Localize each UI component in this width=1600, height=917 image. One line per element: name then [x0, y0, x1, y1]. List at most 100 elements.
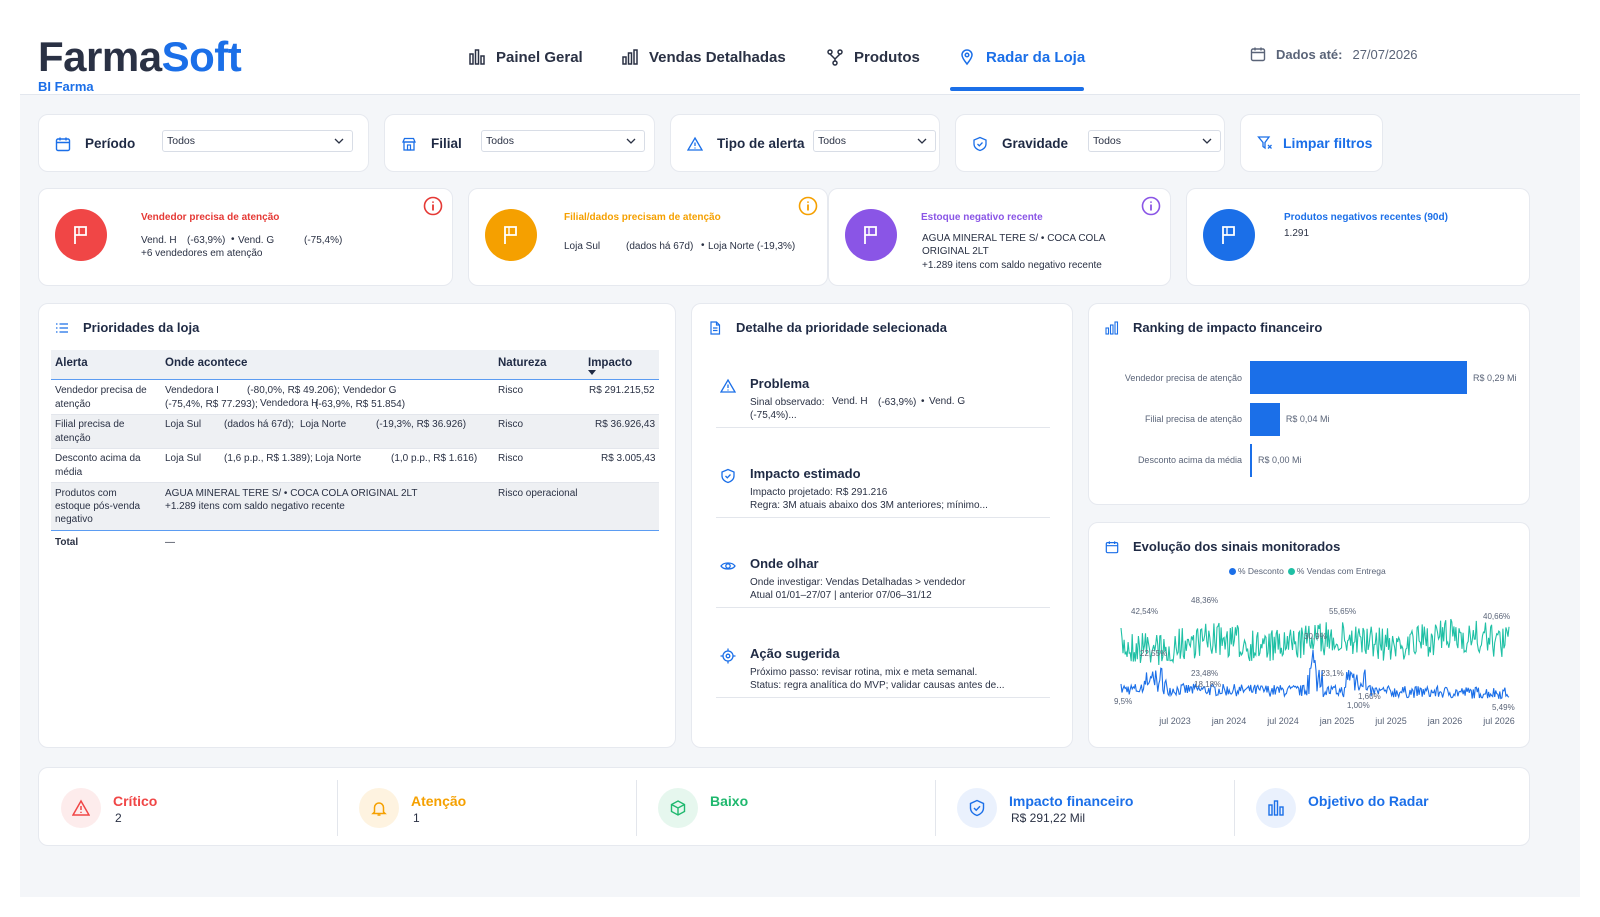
data-annotation: 22,55%	[1140, 649, 1167, 658]
row1-onde-2b: Vendedora H	[260, 398, 319, 409]
bullet-separator: •	[231, 234, 235, 245]
alert-filial-l1c: Loja Norte (-19,3%)	[708, 241, 796, 252]
row1-onde-1a: Vendedora I	[165, 385, 219, 396]
brand-logo[interactable]: FarmaSoft BI Farma	[38, 36, 242, 95]
priorities-title: Prioridades da loja	[83, 320, 200, 335]
clear-filters-button[interactable]: Limpar filtros	[1240, 114, 1383, 172]
summary-atencao[interactable]: Atenção 1	[337, 768, 636, 846]
table-row[interactable]: Filial precisa de atenção Loja Sul (dado…	[51, 415, 659, 449]
summary-objetivo[interactable]: Objetivo do Radar	[1234, 768, 1531, 846]
filter-clear-icon	[1257, 136, 1272, 150]
document-icon	[710, 321, 721, 335]
shield-icon	[973, 136, 987, 152]
alert-filial-title: Filial/dados precisam de atenção	[564, 212, 721, 223]
tab-painel-geral-label: Painel Geral	[496, 48, 583, 66]
detail-panel: Detalhe da prioridade selecionada Proble…	[691, 303, 1073, 748]
row3-alerta-l2: média	[55, 467, 83, 478]
rank-bar-1[interactable]	[1250, 361, 1467, 394]
rank-value-1: R$ 0,29 Mi	[1473, 373, 1517, 383]
alert-vendedor-l1b: (-63,9%)	[187, 235, 226, 246]
tab-painel-geral[interactable]: Painel Geral	[468, 44, 583, 70]
row2-onde-1d: (-19,3%, R$ 36.926)	[376, 419, 467, 430]
summary-atencao-badge	[359, 788, 399, 828]
alert-card-estoque[interactable]: Estoque negativo recente AGUA MINERAL TE…	[828, 188, 1171, 286]
evolution-panel: Evolução dos sinais monitorados % Descon…	[1088, 522, 1530, 748]
tab-produtos[interactable]: Produtos	[826, 44, 920, 70]
summary-critico[interactable]: Crítico 2	[39, 768, 337, 846]
tab-radar-da-loja[interactable]: Radar da Loja	[958, 44, 1085, 70]
summary-critico-badge	[61, 788, 101, 828]
x-tick-label: jul 2023	[1158, 716, 1191, 726]
col-alerta[interactable]: Alerta	[55, 357, 88, 369]
data-annotation: 23,48%	[1191, 669, 1218, 678]
col-impacto[interactable]: Impacto	[588, 357, 632, 369]
x-tick-label: jan 2026	[1427, 716, 1463, 726]
info-icon[interactable]	[1141, 196, 1161, 216]
periodo-select[interactable]: Todos	[162, 130, 353, 152]
rank-bar-3[interactable]	[1250, 444, 1252, 477]
chart-legend: % Desconto % Vendas com Entrega	[1229, 566, 1386, 576]
row4-natureza: Risco operacional	[498, 488, 578, 499]
evolution-line-chart[interactable]: 42,54% 48,36% 55,65% 40,66% 22,55% 30,9% 23,48…	[1089, 583, 1529, 743]
filter-filial-label: Filial	[431, 136, 462, 151]
alert-card-filial[interactable]: Filial/dados precisam de atenção Loja Su…	[468, 188, 828, 286]
row1-natureza: Risco	[498, 385, 524, 396]
detail-impacto[interactable]: Impacto estimado Impacto projetado: R$ 2…	[716, 466, 1050, 518]
col-onde[interactable]: Onde acontece	[165, 357, 247, 369]
detail-onde[interactable]: Onde olhar Onde investigar: Vendas Detal…	[716, 556, 1050, 608]
alert-card-vendedor[interactable]: Vendedor precisa de atenção Vend. H (-63…	[38, 188, 453, 286]
filter-tipo-alerta-label: Tipo de alerta	[717, 136, 805, 151]
filter-gravidade-label: Gravidade	[1002, 136, 1069, 151]
branch-icon	[827, 49, 843, 66]
total-value: —	[165, 537, 175, 548]
data-freshness: Dados até: 27/07/2026	[1250, 46, 1418, 62]
alert-vendedor-l1c: Vend. G	[238, 235, 275, 246]
summary-baixo[interactable]: Baixo	[636, 768, 935, 846]
alert-card-produtos[interactable]: Produtos negativos recentes (90d) 1.291	[1186, 188, 1530, 286]
table-row[interactable]: Produtos com estoque pós-venda negativo …	[51, 483, 659, 531]
summary-impacto[interactable]: Impacto financeiro R$ 291,22 Mil	[935, 768, 1234, 846]
row1-alerta-l2: atenção	[55, 399, 91, 410]
summary-atencao-title: Atenção	[411, 793, 467, 809]
data-annotation: 42,54%	[1131, 607, 1158, 616]
chevron-down-icon	[917, 138, 927, 144]
detail-problema-title: Problema	[750, 376, 810, 391]
col-natureza[interactable]: Natureza	[498, 357, 547, 369]
legend-item-entrega[interactable]: % Vendas com Entrega	[1287, 566, 1386, 576]
detail-acao[interactable]: Ação sugerida Próximo passo: revisar rot…	[716, 646, 1050, 698]
periodo-select-value: Todos	[167, 135, 196, 147]
row3-onde-1c: Loja Norte	[315, 453, 362, 464]
tab-vendas-detalhadas[interactable]: Vendas Detalhadas	[621, 44, 786, 70]
header: FarmaSoft BI Farma Painel Geral Vendas D…	[20, 0, 1580, 95]
bell-icon	[371, 802, 387, 816]
bullet-separator: •	[701, 240, 705, 251]
row4-alerta-l3: negativo	[55, 514, 93, 525]
row1-impacto: R$ 291.215,52	[589, 385, 655, 396]
alert-produtos-l1: 1.291	[1284, 228, 1310, 239]
alert-produtos-title: Produtos negativos recentes (90d)	[1284, 212, 1448, 223]
series-line-desconto	[1120, 649, 1510, 700]
filial-select-value: Todos	[486, 135, 515, 147]
ranking-panel: Ranking de impacto financeiro Vendedor p…	[1088, 303, 1530, 505]
info-icon[interactable]	[798, 196, 818, 216]
tipo-alerta-select-value: Todos	[818, 135, 847, 147]
rank-label-3: Desconto acima da média	[1137, 455, 1242, 465]
table-row[interactable]: Desconto acima da média Loja Sul (1,6 p.…	[51, 449, 659, 483]
row1-onde-1b: (-80,0%, R$ 49.206);	[247, 385, 340, 396]
alert-vendedor-l1a: Vend. H	[141, 235, 177, 246]
info-icon[interactable]	[423, 196, 443, 216]
gravidade-select[interactable]: Todos	[1088, 130, 1221, 152]
detail-impacto-title: Impacto estimado	[750, 466, 861, 481]
detail-problema[interactable]: Problema Sinal observado: Vend. H (-63,9…	[716, 376, 1050, 428]
table-row[interactable]: Vendedor precisa de atenção Vendedora I …	[51, 381, 659, 415]
filter-periodo: Período Todos	[38, 114, 369, 172]
tipo-alerta-select[interactable]: Todos	[813, 130, 936, 152]
warning-icon	[687, 136, 703, 151]
detail-onde-title: Onde olhar	[750, 556, 819, 571]
rank-bar-2[interactable]	[1250, 403, 1280, 436]
calendar-icon	[55, 137, 71, 152]
legend-item-desconto[interactable]: % Desconto	[1229, 566, 1284, 576]
table-total-row: Total —	[51, 533, 659, 551]
row2-alerta-l2: atenção	[55, 433, 91, 444]
filial-select[interactable]: Todos	[481, 130, 645, 152]
